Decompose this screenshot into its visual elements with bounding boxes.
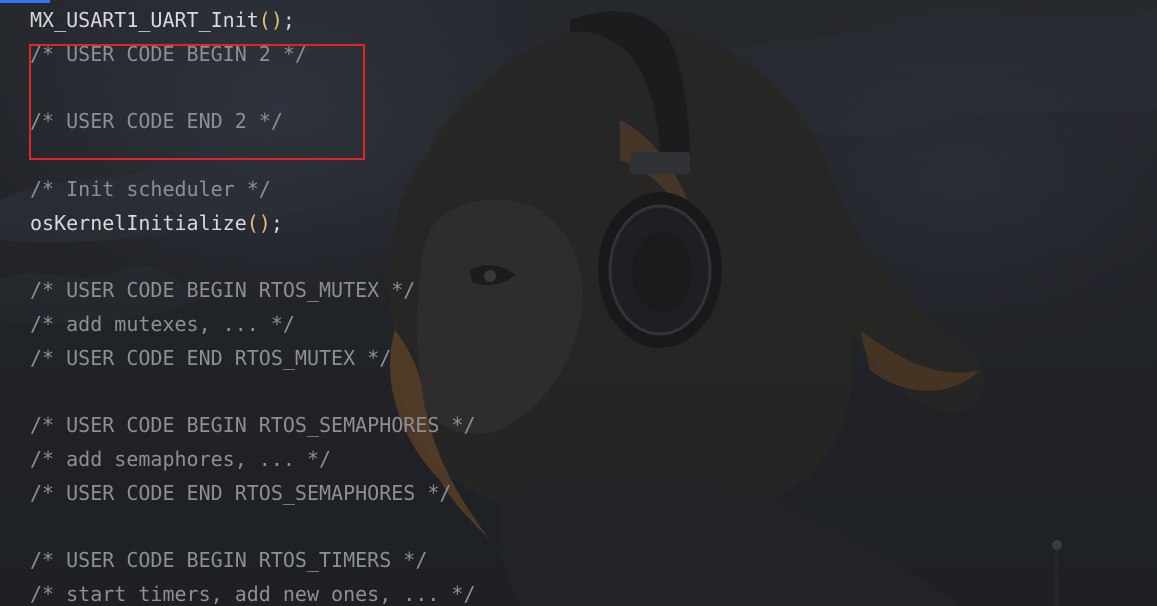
call-parentheses: ()	[258, 8, 283, 32]
code-line[interactable]: /* USER CODE END RTOS_MUTEX */	[30, 342, 476, 376]
function-name: MX_USART1_UART_Init	[30, 8, 259, 32]
code-comment: /* USER CODE END 2 */	[30, 109, 283, 134]
code-line[interactable]: /* USER CODE BEGIN RTOS_SEMAPHORES */	[30, 409, 476, 443]
blank-line[interactable]	[30, 240, 476, 274]
code-line[interactable]: MX_USART1_UART_Init();	[30, 4, 476, 38]
code-line[interactable]: /* start timers, add new ones, ... */	[30, 578, 476, 606]
code-line[interactable]: /* add mutexes, ... */	[30, 308, 476, 342]
code-lines[interactable]: MX_USART1_UART_Init();/* USER CODE BEGIN…	[30, 4, 476, 606]
code-comment: /* USER CODE BEGIN 2 */	[30, 41, 307, 66]
code-line[interactable]: /* add semaphores, ... */	[30, 443, 476, 477]
blank-line[interactable]	[30, 139, 476, 173]
call-parentheses: ()	[246, 210, 271, 235]
code-comment: /* USER CODE END RTOS_SEMAPHORES */	[30, 480, 452, 505]
blank-line[interactable]	[30, 375, 476, 409]
code-line[interactable]: /* USER CODE BEGIN RTOS_TIMERS */	[30, 544, 476, 578]
code-line[interactable]: /* Init scheduler */	[30, 173, 476, 207]
code-line[interactable]: /* USER CODE BEGIN 2 */	[30, 38, 476, 72]
code-editor[interactable]: MX_USART1_UART_Init();/* USER CODE BEGIN…	[0, 0, 1157, 606]
statement-terminator: ;	[282, 8, 295, 32]
code-comment: /* USER CODE BEGIN RTOS_TIMERS */	[30, 548, 428, 572]
code-comment: /* USER CODE BEGIN RTOS_SEMAPHORES */	[30, 413, 476, 437]
code-comment: /* add mutexes, ... */	[30, 311, 295, 336]
code-comment: /* USER CODE BEGIN RTOS_MUTEX */	[30, 278, 416, 302]
code-line[interactable]: osKernelInitialize();	[30, 207, 476, 241]
tab-active-indicator	[0, 0, 50, 3]
code-line[interactable]: /* USER CODE BEGIN RTOS_MUTEX */	[30, 274, 476, 308]
code-comment: /* start timers, add new ones, ... */	[30, 581, 476, 606]
statement-terminator: ;	[270, 210, 283, 235]
blank-line[interactable]	[30, 72, 476, 106]
code-comment: /* add semaphores, ... */	[30, 446, 332, 471]
function-name: osKernelInitialize	[30, 210, 247, 235]
code-line[interactable]: /* USER CODE END RTOS_SEMAPHORES */	[30, 477, 476, 511]
code-comment: /* Init scheduler */	[30, 176, 271, 201]
code-comment: /* USER CODE END RTOS_MUTEX */	[30, 345, 392, 370]
blank-line[interactable]	[30, 510, 476, 544]
code-line[interactable]: /* USER CODE END 2 */	[30, 105, 476, 139]
